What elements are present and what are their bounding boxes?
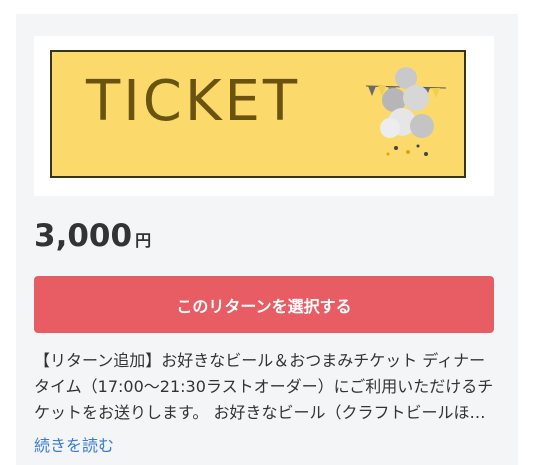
reward-image: TICKET bbox=[34, 36, 494, 196]
read-more-link[interactable]: 続きを読む bbox=[34, 432, 114, 456]
price: 3,000 円 bbox=[34, 218, 151, 254]
select-reward-button[interactable]: このリターンを選択する bbox=[34, 276, 494, 333]
price-unit: 円 bbox=[135, 231, 152, 250]
ticket-title: TICKET bbox=[86, 69, 301, 134]
balloons-icon bbox=[366, 67, 446, 156]
reward-description: 【リターン追加】お好きなビール＆おつまみチケット ディナータイム（17:00〜2… bbox=[34, 351, 494, 422]
reward-card: TICKET 3,000 円 このリターンを選択する 【リターン追加】お好きなビ… bbox=[16, 14, 518, 465]
ticket-illustration: TICKET bbox=[50, 50, 466, 178]
price-value: 3,000 bbox=[34, 218, 133, 254]
